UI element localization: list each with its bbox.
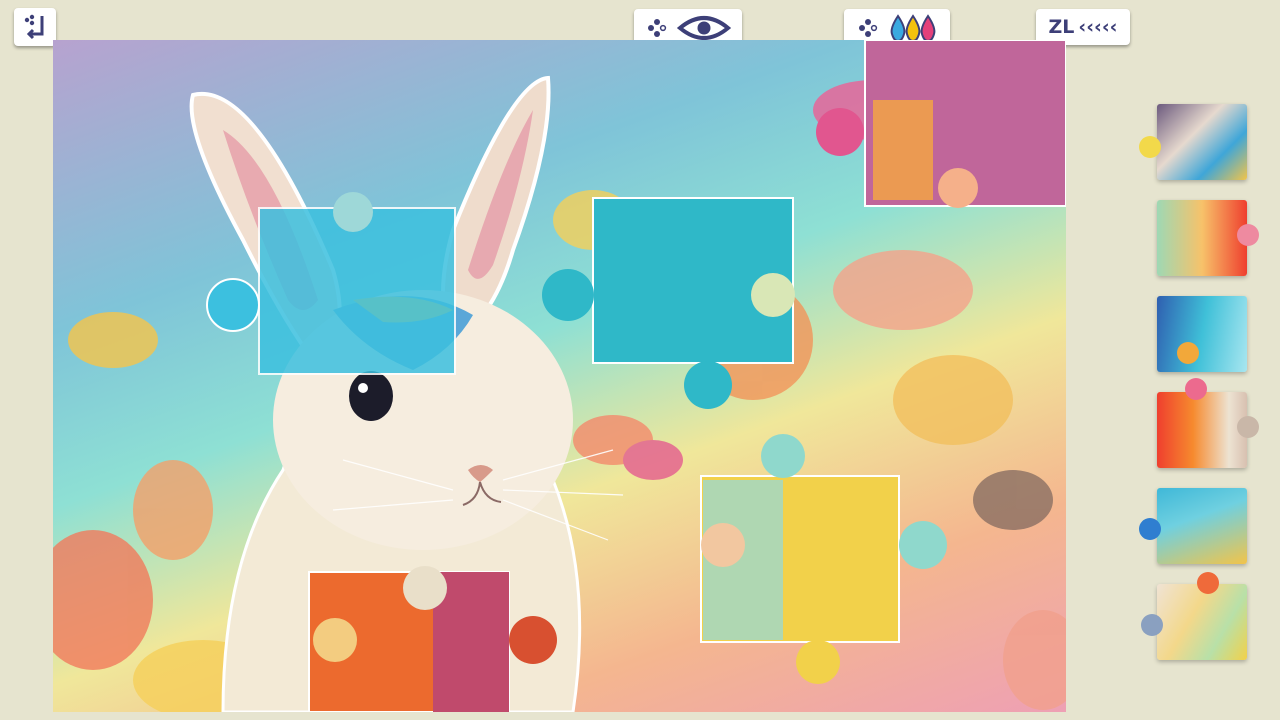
tray-piece-3[interactable] [1157, 296, 1247, 372]
gamepad-dots-icon [859, 19, 878, 37]
tray-piece-6[interactable] [1141, 572, 1247, 660]
empty-slot-orange[interactable] [308, 566, 557, 712]
zoom-label: ZL [1048, 16, 1075, 38]
placed-piece-ear[interactable] [206, 192, 456, 375]
empty-slot-teal[interactable] [542, 197, 795, 409]
tray-piece-2[interactable] [1157, 200, 1259, 276]
empty-slot-yellow[interactable] [700, 434, 947, 684]
exit-arrow-icon [24, 14, 44, 40]
board-pieces-layer [206, 40, 1066, 712]
chevrons-left-icon: ‹‹‹‹‹ [1078, 16, 1118, 38]
gamepad-dots-icon [648, 19, 667, 37]
tray-piece-1[interactable] [1139, 104, 1247, 180]
exit-button[interactable] [14, 8, 56, 46]
puzzle-game-screen: ZL ‹‹‹‹‹ [0, 0, 1280, 720]
eye-icon [677, 16, 731, 40]
empty-slot-pink[interactable] [816, 40, 1066, 208]
tray-piece-5[interactable] [1139, 488, 1247, 564]
puzzle-board[interactable] [53, 40, 1066, 712]
paint-drops-icon [890, 14, 936, 43]
tray-piece-4[interactable] [1157, 378, 1259, 468]
